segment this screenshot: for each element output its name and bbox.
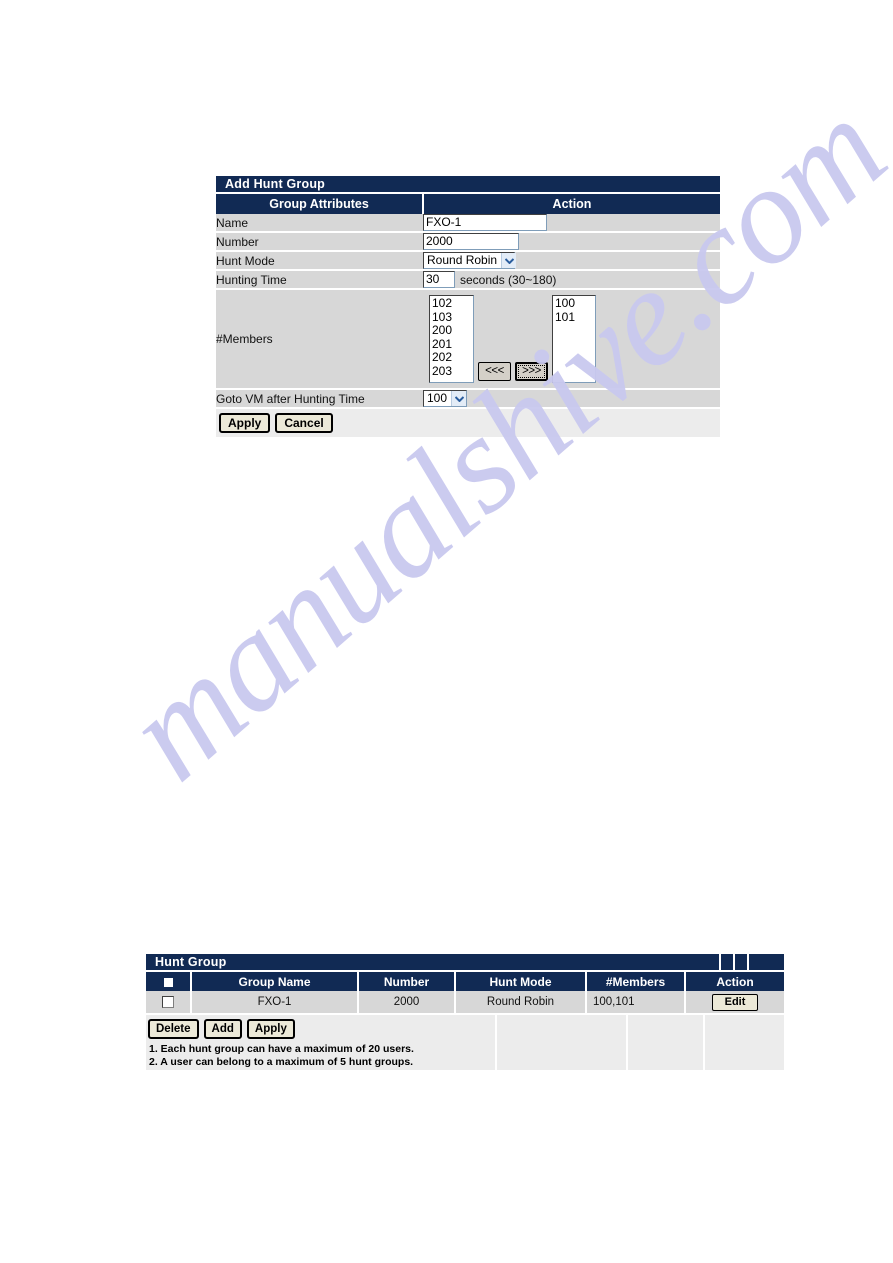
cell-number: 2000	[358, 991, 456, 1015]
list-item[interactable]: 101	[555, 310, 593, 325]
label-name: Name	[216, 214, 423, 233]
cancel-button[interactable]: Cancel	[275, 413, 333, 433]
selected-members-listbox[interactable]: 100 101	[552, 295, 596, 383]
hunting-time-input[interactable]: 30	[423, 271, 455, 288]
list-item[interactable]: 203	[432, 364, 471, 379]
list-item[interactable]: 100	[555, 296, 593, 311]
row-hunting-time: Hunting Time 30 seconds (30~180)	[216, 270, 720, 290]
hunting-time-unit-label: seconds (30~180)	[460, 272, 557, 287]
form-action-buttons: Apply Cancel	[216, 409, 423, 437]
list-item[interactable]: 103	[432, 310, 471, 325]
footer-spacer-cell	[497, 1015, 628, 1070]
list-item[interactable]: 102	[432, 296, 471, 311]
titlebar-divider	[747, 954, 784, 970]
column-header-members: #Members	[586, 970, 686, 991]
hunt-group-footer: Delete Add Apply 1. Each hunt group can …	[146, 1015, 784, 1070]
titlebar-divider	[719, 954, 733, 970]
cell-hunting-time-value: 30 seconds (30~180)	[423, 270, 720, 290]
titlebar-dividers	[719, 954, 784, 970]
row-goto-vm: Goto VM after Hunting Time 100	[216, 389, 720, 409]
cell-name-value: FXO-1	[423, 214, 720, 233]
column-header-hunt-mode: Hunt Mode	[455, 970, 587, 991]
move-right-button[interactable]: >>>	[515, 362, 548, 381]
hunt-mode-selected-value: Round Robin	[427, 253, 498, 267]
footer-actions-cell: Delete Add Apply 1. Each hunt group can …	[146, 1015, 497, 1070]
label-hunt-mode: Hunt Mode	[216, 251, 423, 271]
column-header-action: Action	[685, 970, 784, 991]
column-header-group-attributes: Group Attributes	[216, 192, 424, 214]
cell-hunt-mode: Round Robin	[455, 991, 587, 1015]
label-number: Number	[216, 232, 423, 252]
list-item[interactable]: 201	[432, 337, 471, 352]
number-input[interactable]: 2000	[423, 233, 519, 250]
footer-note-1: 1. Each hunt group can have a maximum of…	[149, 1043, 414, 1055]
hunt-group-titlebar: Hunt Group	[146, 954, 784, 970]
list-item[interactable]: 202	[432, 350, 471, 365]
hunt-mode-select[interactable]: Round Robin	[423, 252, 517, 269]
cell-members-value: 102 103 200 201 202 203 <<< >>> 100 101	[423, 289, 720, 390]
hunt-group-header-row: Group Name Number Hunt Mode #Members Act…	[146, 970, 784, 991]
goto-vm-selected-value: 100	[427, 391, 448, 405]
move-left-button[interactable]: <<<	[478, 362, 511, 381]
column-header-select-all[interactable]	[146, 970, 192, 991]
add-hunt-group-title: Add Hunt Group	[225, 177, 325, 191]
move-right-button-label: >>>	[518, 365, 545, 378]
row-members: #Members 102 103 200 201 202 203 <<< >>>	[216, 289, 720, 390]
add-hunt-group-header-row: Group Attributes Action	[216, 192, 720, 214]
hunt-group-table: Group Name Number Hunt Mode #Members Act…	[146, 970, 784, 1015]
cell-hunt-mode-value: Round Robin	[423, 251, 720, 271]
cell-number-value: 2000	[423, 232, 720, 252]
row-form-actions: Apply Cancel	[216, 408, 720, 437]
members-transfer-widget: 102 103 200 201 202 203 <<< >>> 100 101	[423, 290, 720, 388]
label-goto-vm: Goto VM after Hunting Time	[216, 389, 423, 409]
row-number: Number 2000	[216, 232, 720, 252]
form-actions-cell: Apply Cancel	[216, 408, 423, 437]
delete-button[interactable]: Delete	[148, 1019, 199, 1039]
chevron-down-icon	[501, 253, 517, 268]
footer-spacer-cell	[628, 1015, 705, 1070]
chevron-down-icon	[451, 391, 467, 406]
transfer-buttons: <<< >>>	[478, 362, 548, 381]
column-header-number: Number	[358, 970, 456, 991]
column-header-action: Action	[423, 192, 720, 214]
select-all-checkbox-icon[interactable]	[163, 977, 173, 987]
name-input[interactable]: FXO-1	[423, 214, 547, 231]
add-hunt-group-panel: Add Hunt Group Group Attributes Action N…	[216, 176, 720, 437]
row-name: Name FXO-1	[216, 214, 720, 233]
cell-group-name: FXO-1	[191, 991, 359, 1015]
apply-button[interactable]: Apply	[219, 413, 271, 433]
list-item[interactable]: 200	[432, 323, 471, 338]
row-hunt-mode: Hunt Mode Round Robin	[216, 251, 720, 271]
add-button[interactable]: Add	[203, 1019, 242, 1039]
titlebar-divider	[733, 954, 747, 970]
footer-spacer-cell	[705, 1015, 784, 1070]
label-hunting-time: Hunting Time	[216, 270, 423, 290]
table-row: FXO-1 2000 Round Robin 100,101 Edit	[146, 991, 784, 1015]
cell-goto-vm-value: 100	[423, 389, 720, 409]
row-select-cell[interactable]	[146, 991, 192, 1015]
goto-vm-select[interactable]: 100	[423, 390, 467, 407]
hunt-group-list-panel: Hunt Group Group Name Number Hunt Mode #…	[146, 954, 784, 1070]
label-members: #Members	[216, 289, 423, 390]
add-hunt-group-titlebar: Add Hunt Group	[216, 176, 720, 192]
edit-button[interactable]: Edit	[711, 993, 759, 1011]
cell-action: Edit	[685, 991, 784, 1015]
available-members-listbox[interactable]: 102 103 200 201 202 203	[429, 295, 474, 383]
hunt-group-title: Hunt Group	[155, 955, 227, 969]
add-hunt-group-table: Group Attributes Action Name FXO-1 Numbe…	[216, 192, 720, 437]
footer-note-2: 2. A user can belong to a maximum of 5 h…	[149, 1055, 414, 1068]
form-actions-spacer	[423, 408, 720, 437]
apply-button-list[interactable]: Apply	[246, 1019, 295, 1039]
footer-buttons: Delete Add Apply	[148, 1019, 495, 1039]
column-header-group-name: Group Name	[191, 970, 359, 991]
row-checkbox[interactable]	[162, 995, 174, 1008]
cell-members: 100,101	[586, 991, 686, 1015]
